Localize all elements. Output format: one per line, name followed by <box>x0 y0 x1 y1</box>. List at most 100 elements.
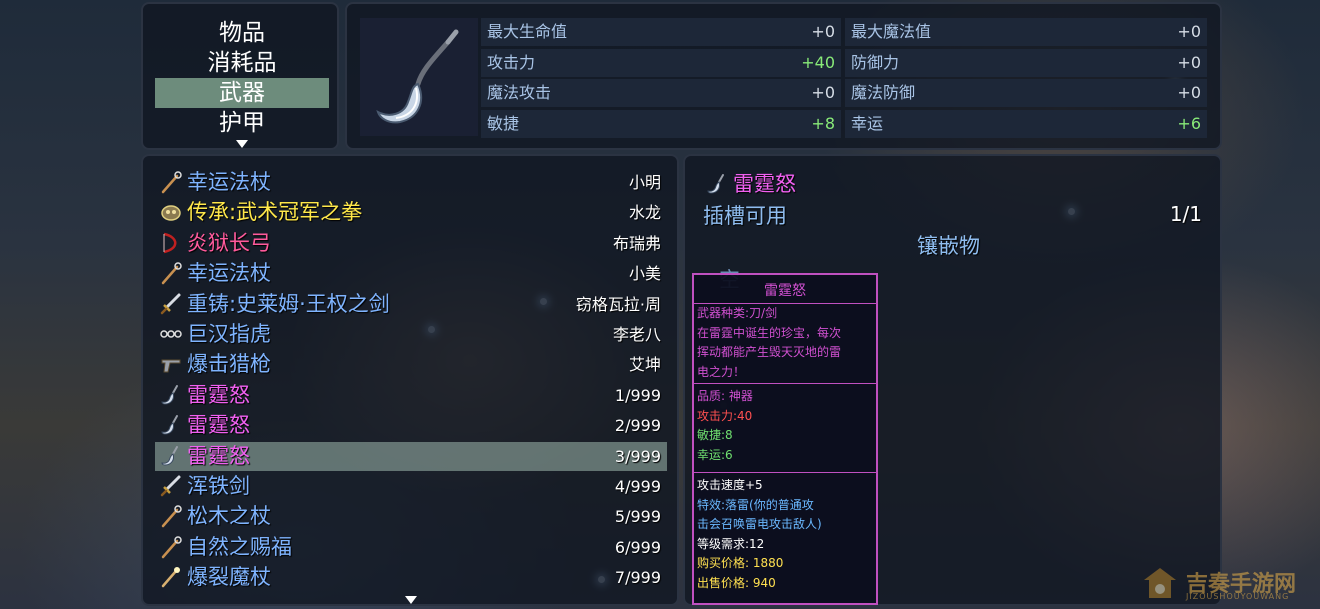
item-name: 浑铁剑 <box>187 474 250 498</box>
item-name: 雷霆怒 <box>187 382 250 407</box>
tooltip-line: 武器种类:刀/剑 <box>697 306 778 320</box>
item-owner: 小美 <box>628 264 661 284</box>
item-name: 传承:武术冠军之拳 <box>187 200 363 225</box>
item-tooltip: 雷霆怒 武器种类:刀/剑在雷霆中诞生的珍宝，每次 挥动都能产生毁天灭地的雷 电之力！… <box>692 273 878 605</box>
tooltip-divider <box>694 303 876 304</box>
tooltip-line: 品质: 神器 <box>697 389 753 403</box>
scythe-icon <box>159 383 183 407</box>
item-row[interactable]: 幸运法杖 小美 <box>155 259 667 288</box>
item-row[interactable]: 爆裂魔杖 7/999 <box>155 563 667 592</box>
item-name: 幸运法杖 <box>187 170 271 194</box>
sword-icon <box>159 292 183 316</box>
item-row[interactable]: 雷霆怒 1/999 <box>155 381 667 410</box>
item-name: 雷霆怒 <box>187 413 250 438</box>
stats-panel: 最大生命值 +0 攻击力 +40 魔法攻击 +0 敏捷 +8 最大魔法值 +0 … <box>345 2 1222 150</box>
item-row[interactable]: 爆击猎枪 艾坤 <box>155 350 667 379</box>
item-owner: 艾坤 <box>628 355 661 375</box>
category-menu: 物品 消耗品 武器 护甲 <box>141 2 339 150</box>
item-owner: 4/999 <box>614 477 661 496</box>
item-row[interactable]: 自然之赐福 6/999 <box>155 533 667 562</box>
detail-scythe-icon <box>705 172 729 196</box>
staff-icon <box>159 170 183 194</box>
staff-icon <box>159 504 183 528</box>
item-owner: 李老八 <box>612 325 661 344</box>
item-row[interactable]: 松木之杖 5/999 <box>155 502 667 531</box>
tooltip-line: 击会召唤雷电攻击敌人) <box>697 517 822 531</box>
item-name: 幸运法杖 <box>187 261 271 286</box>
gauntlet-icon <box>159 200 183 224</box>
tooltip-line: 电之力！ <box>697 364 746 379</box>
item-owner: 7/999 <box>614 568 661 588</box>
item-name: 雷霆怒 <box>187 443 250 468</box>
item-owner: 1/999 <box>614 385 661 405</box>
item-owner: 6/999 <box>614 537 661 557</box>
item-owner: 2/999 <box>614 416 661 436</box>
tooltip-line: 敏捷:8 <box>697 428 733 442</box>
knuckle-icon <box>159 322 183 346</box>
stat-label: 攻击力 <box>487 53 536 72</box>
stat-label: 幸运 <box>851 114 884 133</box>
item-row[interactable]: 炎狱长弓 布瑞弗 <box>155 229 667 258</box>
item-row[interactable]: 传承:武术冠军之拳 水龙 <box>155 198 667 227</box>
item-row[interactable]: 浑铁剑 4/999 <box>155 472 667 501</box>
category-consumables[interactable]: 消耗品 <box>155 48 329 78</box>
stat-value: +0 <box>811 83 835 102</box>
item-name: 炎狱长弓 <box>187 230 271 255</box>
stat-agility: 敏捷 +8 <box>481 110 841 138</box>
category-items[interactable]: 物品 <box>155 18 329 48</box>
item-name: 自然之赐福 <box>187 534 292 559</box>
stat-value: +40 <box>801 53 835 72</box>
scythe-icon <box>159 413 183 437</box>
item-owner: 小明 <box>628 173 661 192</box>
item-name: 松木之杖 <box>187 504 271 529</box>
item-name: 爆裂魔杖 <box>187 565 271 590</box>
category-weapons[interactable]: 武器 <box>155 78 329 108</box>
list-scroll-down-icon[interactable] <box>405 596 417 604</box>
tooltip-line: 在雷霆中诞生的珍宝，每次 <box>697 325 842 340</box>
item-owner: 窃格瓦拉·周 <box>575 294 661 314</box>
stat-magic-defense: 魔法防御 +0 <box>845 79 1207 107</box>
scythe-icon <box>360 18 478 136</box>
scythe-icon <box>159 444 183 468</box>
tooltip-line: 等级需求:12 <box>697 536 765 551</box>
item-row[interactable]: 重铸:史莱姆·王权之剑 窃格瓦拉·周 <box>155 290 667 319</box>
bow-icon <box>159 231 183 255</box>
tooltip-line: 出售价格: 940 <box>697 575 776 590</box>
tooltip-line: 攻击力:40 <box>697 408 753 423</box>
tooltip-divider <box>694 383 876 384</box>
tooltip-line: 特效:落雷(你的普通攻 <box>697 497 814 512</box>
stat-max-mp: 最大魔法值 +0 <box>845 18 1207 46</box>
inlay-label[interactable]: 镶嵌物 <box>917 230 980 260</box>
stat-value: +0 <box>811 22 835 41</box>
item-name: 巨汉指虎 <box>187 322 271 346</box>
item-name: 爆击猎枪 <box>187 352 271 377</box>
stat-label: 防御力 <box>851 53 900 72</box>
stat-magic-attack: 魔法攻击 +0 <box>481 79 841 107</box>
stat-value: +0 <box>1177 22 1201 41</box>
tooltip-divider <box>694 472 876 473</box>
item-owner: 水龙 <box>628 203 661 223</box>
stat-luck: 幸运 +6 <box>845 110 1207 138</box>
slot-label: 插槽可用 <box>703 204 787 228</box>
watermark-subtext: JIZOUSHOUYOUWANG <box>1186 592 1290 601</box>
stat-defense: 防御力 +0 <box>845 49 1207 77</box>
weapon-list: 幸运法杖 小明 传承:武术冠军之拳 水龙 炎狱长弓 布瑞弗 幸运法杖 小美 重铸:史莱姆·王权之… <box>141 154 679 606</box>
watermark-logo: 吉奏手游网 JIZOUSHOUYOUWANG <box>1140 562 1315 608</box>
staff-icon <box>159 535 183 559</box>
stat-value: +0 <box>1177 53 1201 72</box>
item-row[interactable]: 巨汉指虎 李老八 <box>155 320 667 349</box>
tooltip-line: 幸运:6 <box>697 447 733 462</box>
item-row[interactable]: 幸运法杖 小明 <box>155 168 667 197</box>
tooltip-line: 购买价格: 1880 <box>697 556 784 570</box>
tooltip-line: 挥动都能产生毁天灭地的雷 <box>697 345 842 359</box>
stat-label: 魔法防御 <box>851 83 916 102</box>
item-row[interactable]: 雷霆怒 2/999 <box>155 411 667 440</box>
scroll-down-arrow-icon[interactable] <box>236 140 248 148</box>
category-armor[interactable]: 护甲 <box>155 108 329 138</box>
gun-icon <box>159 352 183 376</box>
tooltip-title: 雷霆怒 <box>764 283 806 299</box>
detail-item-name: 雷霆怒 <box>733 172 796 196</box>
slot-count: 1/1 <box>1169 202 1202 226</box>
item-owner: 3/999 <box>614 446 661 466</box>
item-row[interactable]: 雷霆怒 3/999 <box>155 441 667 471</box>
